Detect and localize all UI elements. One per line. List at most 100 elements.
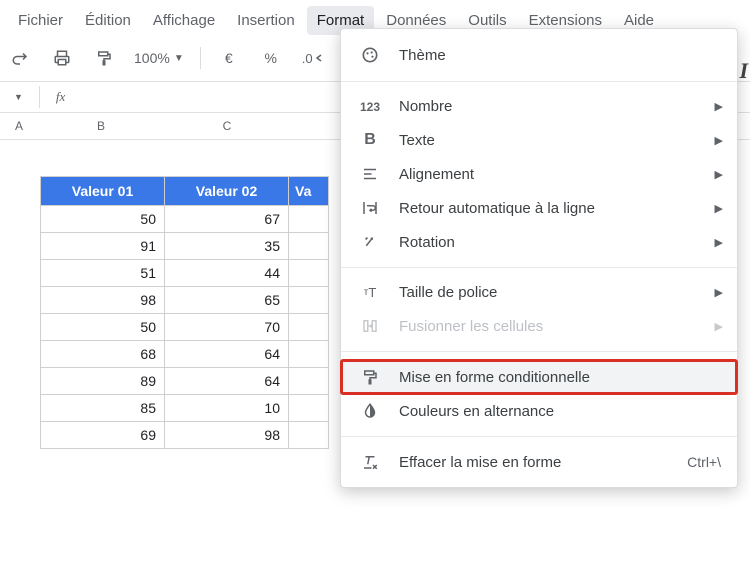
menu-item-label: Mise en forme conditionnelle xyxy=(399,369,590,386)
cell[interactable] xyxy=(289,314,329,341)
menu-file[interactable]: Fichier xyxy=(8,6,73,35)
shortcut-label: Ctrl+\ xyxy=(687,454,721,470)
fx-label: fx xyxy=(56,89,65,105)
menu-item-label: Thème xyxy=(399,47,446,64)
table-row: 5067 xyxy=(41,206,329,233)
submenu-arrow-icon: ▶ xyxy=(715,134,723,147)
toolbar-divider xyxy=(200,47,201,69)
cell[interactable]: 64 xyxy=(165,341,289,368)
menu-item-rotation[interactable]: Rotation ▶ xyxy=(341,225,737,259)
cell[interactable] xyxy=(289,368,329,395)
fx-divider xyxy=(39,86,40,108)
col-header-c[interactable]: C xyxy=(164,113,290,139)
cell[interactable]: 64 xyxy=(165,368,289,395)
menu-item-clear-formatting[interactable]: Effacer la mise en forme Ctrl+\ xyxy=(341,445,737,479)
menu-item-alignment[interactable]: Alignement ▶ xyxy=(341,157,737,191)
format-menu-dropdown: Thème 123 Nombre ▶ B Texte ▶ Alignement … xyxy=(340,28,738,488)
menu-item-label: Effacer la mise en forme xyxy=(399,454,561,471)
menu-item-label: Alignement xyxy=(399,166,474,183)
header-cell[interactable]: Valeur 02 xyxy=(165,177,289,206)
name-box[interactable]: ▼ xyxy=(8,92,23,102)
table-row: 9135 xyxy=(41,233,329,260)
cell[interactable]: 67 xyxy=(165,206,289,233)
header-cell[interactable]: Valeur 01 xyxy=(41,177,165,206)
conditional-format-icon xyxy=(359,368,381,386)
menu-item-label: Texte xyxy=(399,132,435,149)
wrap-icon xyxy=(359,199,381,217)
chevron-down-icon: ▼ xyxy=(174,53,184,64)
cell[interactable] xyxy=(289,287,329,314)
table-row: 5070 xyxy=(41,314,329,341)
rotation-icon xyxy=(359,233,381,251)
menu-item-alternating-colors[interactable]: Couleurs en alternance xyxy=(341,394,737,428)
bold-icon: B xyxy=(359,131,381,149)
table-header-row: Valeur 01 Valeur 02 Va xyxy=(41,177,329,206)
cell[interactable]: 44 xyxy=(165,260,289,287)
col-header-a[interactable]: A xyxy=(0,113,38,139)
menu-edit[interactable]: Édition xyxy=(75,6,141,35)
cell[interactable]: 51 xyxy=(41,260,165,287)
menu-item-label: Fusionner les cellules xyxy=(399,318,543,335)
submenu-arrow-icon: ▶ xyxy=(715,202,723,215)
table-row: 6998 xyxy=(41,422,329,449)
menu-item-number[interactable]: 123 Nombre ▶ xyxy=(341,90,737,123)
menu-item-label: Taille de police xyxy=(399,284,497,301)
theme-icon xyxy=(359,45,381,65)
cell[interactable]: 70 xyxy=(165,314,289,341)
menu-item-wrap[interactable]: Retour automatique à la ligne ▶ xyxy=(341,191,737,225)
cell[interactable] xyxy=(289,422,329,449)
menu-separator xyxy=(341,436,737,437)
cell[interactable]: 89 xyxy=(41,368,165,395)
cell[interactable]: 98 xyxy=(41,287,165,314)
number-icon: 123 xyxy=(359,100,381,114)
table-row: 5144 xyxy=(41,260,329,287)
cell[interactable]: 91 xyxy=(41,233,165,260)
cell[interactable]: 65 xyxy=(165,287,289,314)
italic-button[interactable]: I xyxy=(739,58,748,84)
cell[interactable] xyxy=(289,233,329,260)
menu-view[interactable]: Affichage xyxy=(143,6,225,35)
menu-item-text[interactable]: B Texte ▶ xyxy=(341,123,737,157)
menu-item-label: Nombre xyxy=(399,98,452,115)
cell[interactable]: 10 xyxy=(165,395,289,422)
print-button[interactable] xyxy=(44,41,80,75)
paint-roller-icon xyxy=(95,49,113,67)
menu-item-theme[interactable]: Thème xyxy=(341,37,737,73)
header-cell[interactable]: Va xyxy=(289,177,329,206)
print-icon xyxy=(53,49,71,67)
menu-item-label: Retour automatique à la ligne xyxy=(399,200,595,217)
cell[interactable] xyxy=(289,341,329,368)
currency-format-button[interactable]: € xyxy=(211,41,247,75)
table-row: 8510 xyxy=(41,395,329,422)
cell[interactable]: 35 xyxy=(165,233,289,260)
percent-format-button[interactable]: % xyxy=(253,41,289,75)
menu-item-conditional-formatting[interactable]: Mise en forme conditionnelle xyxy=(341,360,737,394)
redo-icon xyxy=(11,49,29,67)
paint-format-button[interactable] xyxy=(86,41,122,75)
cell[interactable]: 85 xyxy=(41,395,165,422)
cell[interactable]: 69 xyxy=(41,422,165,449)
table-row: 6864 xyxy=(41,341,329,368)
cell[interactable] xyxy=(289,395,329,422)
cell[interactable] xyxy=(289,206,329,233)
cell[interactable]: 50 xyxy=(41,206,165,233)
decrease-decimal-button[interactable]: .0 xyxy=(295,41,331,75)
menu-separator xyxy=(341,351,737,352)
cell[interactable] xyxy=(289,260,329,287)
cell[interactable]: 68 xyxy=(41,341,165,368)
col-header-b[interactable]: B xyxy=(38,113,164,139)
submenu-arrow-icon: ▶ xyxy=(715,286,723,299)
menu-insert[interactable]: Insertion xyxy=(227,6,305,35)
menu-item-font-size[interactable]: тT Taille de police ▶ xyxy=(341,276,737,309)
arrow-left-icon xyxy=(314,53,324,63)
zoom-value: 100% xyxy=(134,50,170,66)
cell[interactable]: 98 xyxy=(165,422,289,449)
zoom-select[interactable]: 100% ▼ xyxy=(128,50,190,66)
align-icon xyxy=(359,165,381,183)
menu-item-merge-cells: Fusionner les cellules ▶ xyxy=(341,309,737,343)
euro-icon: € xyxy=(225,50,233,66)
droplet-icon xyxy=(359,402,381,420)
percent-icon: % xyxy=(264,50,276,66)
cell[interactable]: 50 xyxy=(41,314,165,341)
redo-button[interactable] xyxy=(2,41,38,75)
